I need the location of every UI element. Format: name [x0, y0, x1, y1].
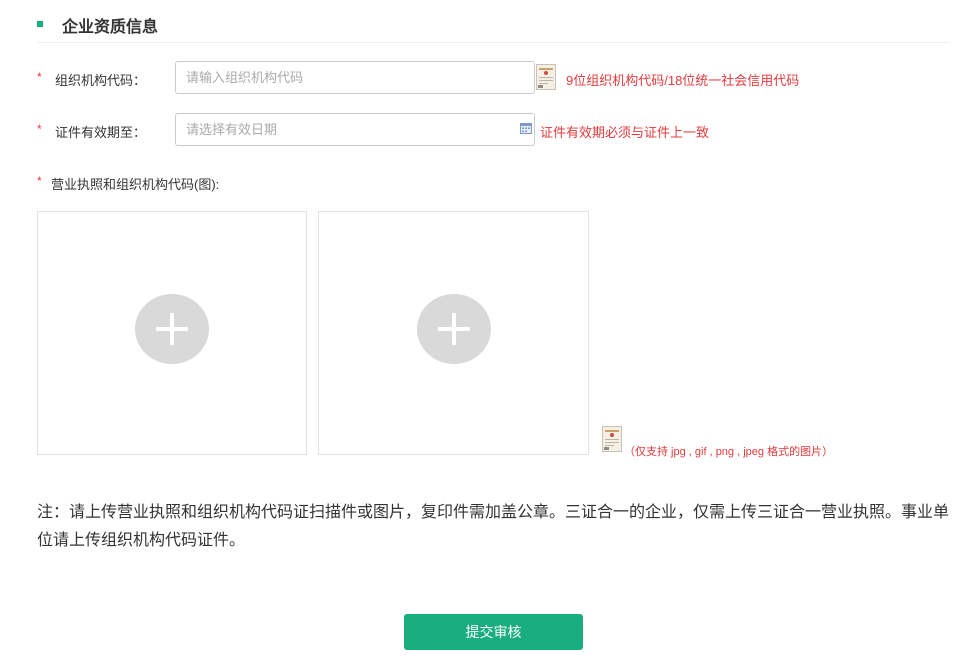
org-code-label: 组织机构代码： — [55, 73, 147, 88]
plus-circle-icon — [417, 294, 491, 364]
validity-date-input[interactable] — [175, 113, 535, 146]
calendar-icon[interactable] — [520, 123, 532, 134]
upload-box-license[interactable] — [37, 211, 307, 455]
section-header: 企业资质信息 — [37, 0, 950, 43]
required-mark: * — [37, 122, 42, 136]
plus-circle-icon — [135, 294, 209, 364]
certificate-sample-icon[interactable] — [536, 64, 556, 90]
upload-format-hint: （仅支持 jpg , gif , png , jpeg 格式的图片） — [624, 446, 834, 458]
section-marker-icon — [37, 21, 43, 27]
upload-box-org-code[interactable] — [318, 211, 589, 455]
validity-hint: 证件有效期必须与证件上一致 — [540, 125, 710, 140]
enterprise-qualification-page: 企业资质信息 * 组织机构代码： 9位组织机构代码/18位统一社会信用代码 * … — [0, 0, 969, 658]
required-mark: * — [37, 174, 42, 188]
validity-label: 证件有效期至： — [55, 125, 147, 140]
org-code-hint: 9位组织机构代码/18位统一社会信用代码 — [566, 73, 800, 88]
org-code-input[interactable] — [175, 61, 535, 94]
upload-label: 营业执照和组织机构代码(图): — [51, 177, 220, 192]
certificate-sample-icon[interactable] — [602, 426, 622, 452]
section-title: 企业资质信息 — [62, 19, 159, 36]
required-mark: * — [37, 70, 42, 84]
upload-note: 注：请上传营业执照和组织机构代码证扫描件或图片，复印件需加盖公章。三证合一的企业… — [37, 504, 950, 549]
submit-review-button[interactable]: 提交审核 — [404, 614, 583, 650]
